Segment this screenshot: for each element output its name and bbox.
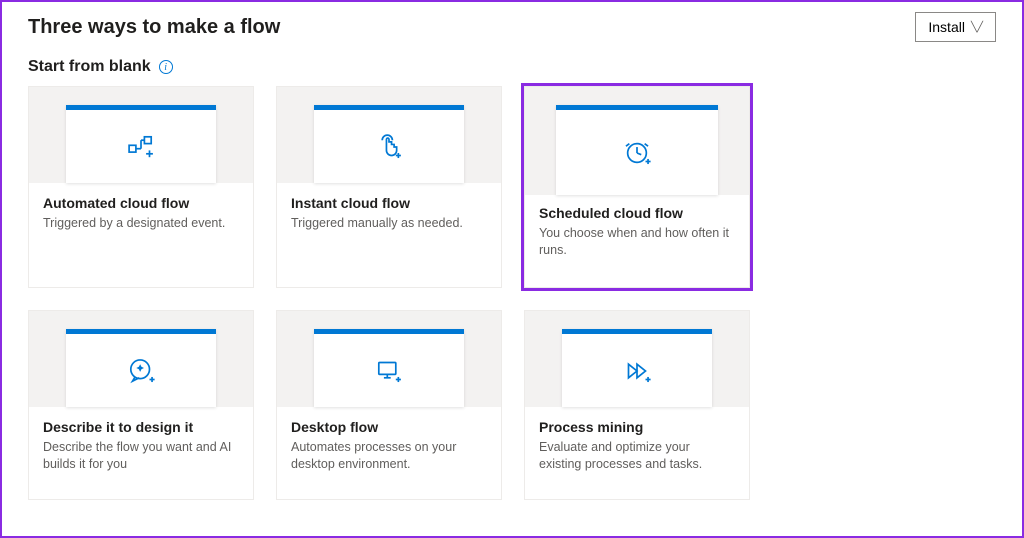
card-inner-panel [314,105,464,183]
flow-card[interactable]: Process mining Evaluate and optimize you… [524,310,750,500]
chevron-down-icon: ╲╱ [971,22,983,33]
header-row: Three ways to make a flow Install ╲╱ [28,12,996,42]
card-title: Desktop flow [291,419,487,435]
page-frame: Three ways to make a flow Install ╲╱ Sta… [0,0,1024,538]
card-description: Evaluate and optimize your existing proc… [539,439,735,473]
info-icon[interactable]: i [159,60,173,74]
card-body: Automated cloud flow Triggered by a desi… [29,183,253,275]
card-visual [29,311,253,407]
card-title: Instant cloud flow [291,195,487,211]
card-body: Describe it to design it Describe the fl… [29,407,253,499]
card-visual [525,311,749,407]
card-description: Triggered manually as needed. [291,215,487,232]
card-description: Describe the flow you want and AI builds… [43,439,239,473]
clock-icon [620,110,654,195]
card-title: Scheduled cloud flow [539,205,735,221]
card-grid: Automated cloud flow Triggered by a desi… [28,86,996,500]
card-visual [277,311,501,407]
desktop-icon [372,334,406,407]
flow-card[interactable]: Scheduled cloud flow You choose when and… [524,86,750,288]
mining-icon [620,334,654,407]
card-title: Process mining [539,419,735,435]
card-inner-panel [314,329,464,407]
card-description: You choose when and how often it runs. [539,225,735,259]
flow-card[interactable]: Describe it to design it Describe the fl… [28,310,254,500]
card-visual [525,87,749,195]
card-body: Scheduled cloud flow You choose when and… [525,195,749,287]
card-visual [277,87,501,183]
section-header: Start from blank i [28,58,996,76]
card-inner-panel [562,329,712,407]
page-title: Three ways to make a flow [28,16,280,39]
flow-card[interactable]: Desktop flow Automates processes on your… [276,310,502,500]
touch-icon [372,110,406,183]
card-inner-panel [66,329,216,407]
flow-card[interactable]: Instant cloud flow Triggered manually as… [276,86,502,288]
card-description: Triggered by a designated event. [43,215,239,232]
card-inner-panel [556,105,718,195]
sparkle-chat-icon [124,334,158,407]
card-inner-panel [66,105,216,183]
install-button-label: Install [928,19,965,35]
card-title: Describe it to design it [43,419,239,435]
card-body: Desktop flow Automates processes on your… [277,407,501,499]
install-button[interactable]: Install ╲╱ [915,12,996,42]
flow-card[interactable]: Automated cloud flow Triggered by a desi… [28,86,254,288]
card-visual [29,87,253,183]
card-title: Automated cloud flow [43,195,239,211]
connector-icon [124,110,158,183]
card-description: Automates processes on your desktop envi… [291,439,487,473]
section-title: Start from blank [28,58,151,76]
card-body: Process mining Evaluate and optimize you… [525,407,749,499]
card-body: Instant cloud flow Triggered manually as… [277,183,501,275]
